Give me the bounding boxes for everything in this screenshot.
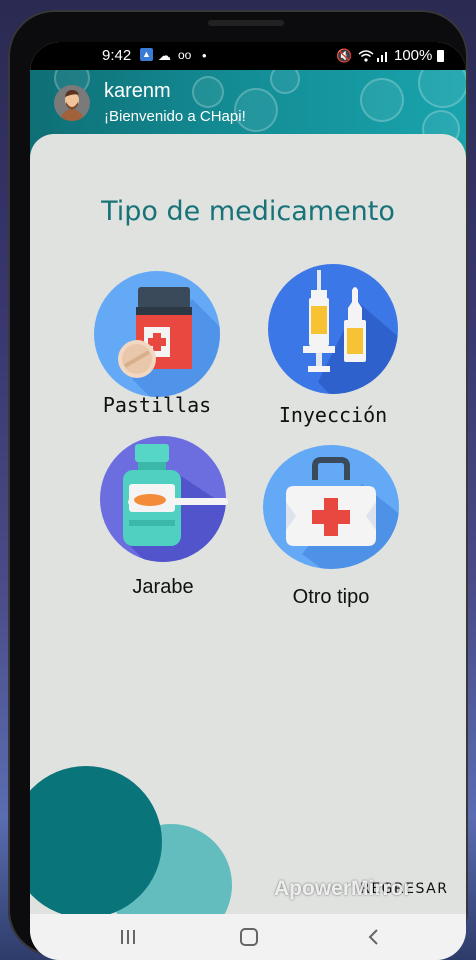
- phone-frame: 9:42 ▲ ☁ oo • 🔇 100% karenm ¡Bienvenido …: [8, 10, 468, 960]
- decorative-circle: [30, 766, 162, 914]
- page-title: Tipo de medicamento: [101, 196, 395, 227]
- option-label-otro-tipo: Otro tipo: [292, 586, 370, 608]
- main-card: Tipo de medicamento Pastillas Inyección …: [30, 134, 466, 914]
- cloud-icon: ☁: [158, 48, 171, 63]
- watermark: ApowerMirror: [274, 877, 412, 900]
- recent-apps-icon[interactable]: [93, 914, 163, 960]
- signal-icon: [377, 52, 387, 62]
- status-bar: 9:42 ▲ ☁ oo • 🔇 100%: [30, 42, 466, 70]
- mute-icon: 🔇: [336, 48, 353, 63]
- header-bubble: [360, 78, 404, 122]
- header-bubble: [192, 76, 224, 108]
- home-icon[interactable]: [214, 914, 284, 960]
- header-bubble: [418, 70, 466, 108]
- option-jarabe[interactable]: [98, 434, 228, 564]
- option-otro-tipo[interactable]: [262, 444, 400, 570]
- welcome-message: ¡Bienvenido a CHapi!: [104, 108, 246, 125]
- status-time: 9:42: [102, 47, 132, 64]
- syrup-spoon-icon: [100, 436, 228, 562]
- battery-icon: [437, 50, 444, 62]
- dot-icon: •: [202, 48, 207, 63]
- app-icon: ▲: [140, 48, 153, 61]
- pill-bottle-icon: [94, 271, 220, 397]
- navigation-bar: [30, 914, 466, 960]
- option-inyeccion[interactable]: [266, 262, 400, 396]
- phone-screen: 9:42 ▲ ☁ oo • 🔇 100% karenm ¡Bienvenido …: [30, 42, 466, 960]
- username: karenm: [104, 80, 171, 102]
- option-label-jarabe: Jarabe: [132, 576, 194, 598]
- syringe-vial-icon: [268, 264, 398, 394]
- battery-percent: 100%: [394, 47, 433, 64]
- header-bubble: [270, 70, 300, 94]
- voicemail-icon: oo: [178, 48, 192, 62]
- phone-speaker: [208, 20, 284, 26]
- back-icon[interactable]: [338, 914, 408, 960]
- wifi-icon: [358, 50, 374, 62]
- option-pastillas[interactable]: [92, 269, 222, 399]
- user-avatar-icon[interactable]: [54, 85, 90, 121]
- option-label-pastillas: Pastillas: [102, 393, 212, 417]
- option-label-inyeccion: Inyección: [278, 403, 388, 427]
- first-aid-kit-icon: [263, 445, 399, 569]
